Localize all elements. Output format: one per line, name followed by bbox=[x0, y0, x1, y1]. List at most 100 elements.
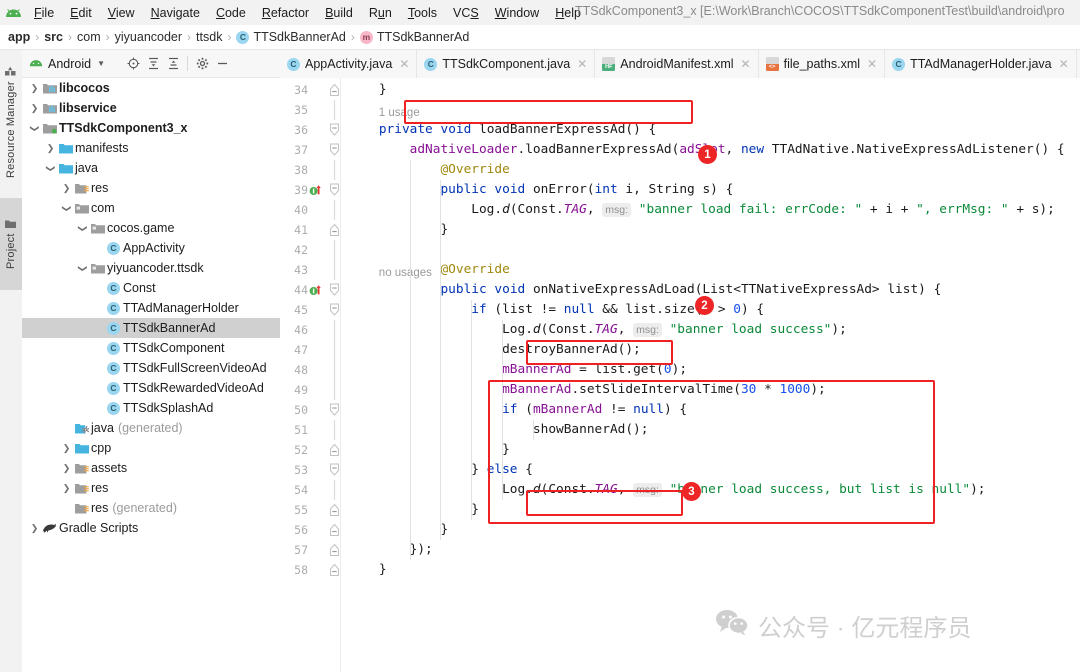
gutter-line[interactable]: 46 bbox=[280, 320, 348, 340]
breadcrumb-item-yiyuancoder[interactable]: yiyuancoder bbox=[115, 30, 182, 44]
breadcrumb-item-ttsdk[interactable]: ttsdk bbox=[196, 30, 222, 44]
fold-line[interactable] bbox=[324, 380, 344, 400]
fold-collapse-icon[interactable] bbox=[324, 303, 344, 317]
menu-edit[interactable]: Edit bbox=[62, 3, 100, 23]
project-view-selector-label[interactable]: Android bbox=[48, 57, 91, 71]
tree-row[interactable]: ❯ libcocos bbox=[22, 78, 280, 98]
menu-tools[interactable]: Tools bbox=[400, 3, 445, 23]
gutter-line[interactable]: 37 bbox=[280, 140, 348, 160]
usage-hint[interactable]: no usages bbox=[379, 263, 432, 283]
gutter-line[interactable]: 41 bbox=[280, 220, 348, 240]
editor-tab[interactable]: file_paths.xml ✕ bbox=[759, 50, 886, 78]
chevron-down-icon[interactable]: ❯ bbox=[76, 222, 89, 235]
tree-row[interactable]: C TTSdkBannerAd bbox=[22, 318, 280, 338]
breadcrumb-item-method[interactable]: m TTSdkBannerAd bbox=[359, 30, 469, 44]
fold-line[interactable] bbox=[324, 200, 344, 220]
gutter-line[interactable]: 55 bbox=[280, 500, 348, 520]
fold-line[interactable] bbox=[324, 240, 344, 260]
gutter-line[interactable]: 38 bbox=[280, 160, 348, 180]
chevron-right-icon[interactable]: ❯ bbox=[60, 482, 73, 495]
tree-row[interactable]: C Const bbox=[22, 278, 280, 298]
collapse-all-icon[interactable] bbox=[163, 54, 183, 74]
menu-code[interactable]: Code bbox=[208, 3, 254, 23]
gutter-line[interactable]: 58 bbox=[280, 560, 348, 580]
fold-expand-icon[interactable] bbox=[324, 543, 344, 557]
close-icon[interactable]: ✕ bbox=[741, 57, 751, 71]
menu-file[interactable]: File bbox=[26, 3, 62, 23]
editor-tab[interactable]: AndroidManifest.xml ✕ bbox=[595, 50, 759, 78]
tree-row[interactable]: ❯ res bbox=[22, 178, 280, 198]
code-line[interactable]: destroyBannerAd(); bbox=[348, 340, 641, 360]
fold-line[interactable] bbox=[324, 340, 344, 360]
fold-collapse-icon[interactable] bbox=[324, 463, 344, 477]
gutter-line[interactable]: 48 bbox=[280, 360, 348, 380]
editor-tab[interactable]: C TTSdkComponent.java ✕ bbox=[417, 50, 596, 78]
gutter-line[interactable]: 42 bbox=[280, 240, 348, 260]
breadcrumb-item-src[interactable]: src bbox=[44, 30, 63, 44]
fold-line[interactable] bbox=[324, 260, 344, 280]
code-editor[interactable]: 34 35 36 37 38 39 40 41 42 43 44 45 46 47 48 49 50 51 52 53… bbox=[280, 78, 1080, 672]
tree-row[interactable]: ❯ cocos.game bbox=[22, 218, 280, 238]
settings-gear-icon[interactable] bbox=[192, 54, 212, 74]
code-line[interactable]: showBannerAd(); bbox=[348, 420, 649, 440]
gutter-line[interactable]: 45 bbox=[280, 300, 348, 320]
tree-row[interactable]: C TTSdkSplashAd bbox=[22, 398, 280, 418]
chevron-right-icon[interactable]: ❯ bbox=[60, 182, 73, 195]
tree-row[interactable]: C TTSdkFullScreenVideoAd bbox=[22, 358, 280, 378]
fold-line[interactable] bbox=[324, 480, 344, 500]
fold-collapse-icon[interactable] bbox=[324, 143, 344, 157]
chevron-right-icon[interactable]: ❯ bbox=[60, 442, 73, 455]
editor-tab[interactable]: C AppActivity.java ✕ bbox=[280, 50, 418, 78]
fold-expand-icon[interactable] bbox=[324, 523, 344, 537]
code-line[interactable]: Log.d(Const.TAG, msg: "banner load fail:… bbox=[348, 200, 1055, 220]
tree-row[interactable]: ❯ yiyuancoder.ttsdk bbox=[22, 258, 280, 278]
chevron-right-icon[interactable]: ❯ bbox=[60, 462, 73, 475]
code-line[interactable]: public void onNativeExpressAdLoad(List<T… bbox=[348, 280, 941, 300]
tree-row[interactable]: C TTAdManagerHolder bbox=[22, 298, 280, 318]
usage-hint[interactable]: 1 usage bbox=[379, 103, 420, 123]
chevron-right-icon[interactable]: ❯ bbox=[44, 142, 57, 155]
tool-button-project[interactable]: Project bbox=[0, 198, 22, 290]
project-tree[interactable]: ❯ libcocos ❯ libservice ❯ TTSdkComponent3_x ❯ m… bbox=[22, 78, 280, 672]
menu-window[interactable]: Window bbox=[487, 3, 547, 23]
fold-collapse-icon[interactable] bbox=[324, 283, 344, 297]
close-icon[interactable]: ✕ bbox=[1059, 57, 1069, 71]
gutter-line[interactable]: 57 bbox=[280, 540, 348, 560]
overriding-method-icon[interactable] bbox=[308, 283, 324, 297]
close-icon[interactable]: ✕ bbox=[867, 57, 877, 71]
code-line[interactable]: @Override bbox=[348, 160, 509, 180]
breadcrumb-item-com[interactable]: com bbox=[77, 30, 101, 44]
chevron-down-icon[interactable]: ❯ bbox=[76, 262, 89, 275]
code-line[interactable]: }); bbox=[348, 540, 433, 560]
breadcrumb-item-class[interactable]: C TTSdkBannerAd bbox=[236, 30, 346, 44]
tree-row[interactable]: java (generated) bbox=[22, 418, 280, 438]
tree-row[interactable]: ❯ TTSdkComponent3_x bbox=[22, 118, 280, 138]
fold-line[interactable] bbox=[324, 160, 344, 180]
fold-collapse-icon[interactable] bbox=[324, 403, 344, 417]
gutter-line[interactable]: 40 bbox=[280, 200, 348, 220]
tree-row[interactable]: ❯ manifests bbox=[22, 138, 280, 158]
gutter-line[interactable]: 47 bbox=[280, 340, 348, 360]
menu-vcs[interactable]: VCS bbox=[445, 3, 487, 23]
tree-row[interactable]: C AppActivity bbox=[22, 238, 280, 258]
gutter-line[interactable]: 44 bbox=[280, 280, 348, 300]
gutter-line[interactable]: 50 bbox=[280, 400, 348, 420]
fold-expand-icon[interactable] bbox=[324, 443, 344, 457]
fold-line[interactable] bbox=[324, 100, 344, 120]
gutter-line[interactable]: 34 bbox=[280, 80, 348, 100]
fold-line[interactable] bbox=[324, 360, 344, 380]
fold-expand-icon[interactable] bbox=[324, 563, 344, 577]
code-line[interactable]: } bbox=[348, 560, 387, 580]
gutter-line[interactable]: 35 bbox=[280, 100, 348, 120]
expand-all-icon[interactable] bbox=[143, 54, 163, 74]
code-line[interactable]: } bbox=[348, 440, 510, 460]
hide-panel-icon[interactable] bbox=[212, 54, 232, 74]
code-line[interactable]: } bbox=[348, 220, 448, 240]
code-line[interactable]: if (mBannerAd != null) { bbox=[348, 400, 687, 420]
gutter-line[interactable]: 39 bbox=[280, 180, 348, 200]
fold-line[interactable] bbox=[324, 320, 344, 340]
tree-row[interactable]: ❯ res bbox=[22, 478, 280, 498]
close-icon[interactable]: ✕ bbox=[577, 57, 587, 71]
breadcrumb-item-app[interactable]: app bbox=[8, 30, 30, 44]
tree-row[interactable]: C TTSdkComponent bbox=[22, 338, 280, 358]
